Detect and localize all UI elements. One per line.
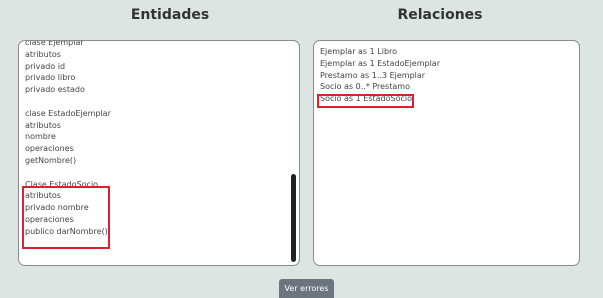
relations-title: Relaciones [397,7,483,23]
relation-line: Ejemplar as 1 EstadoEjemplar [320,58,440,68]
entity-line [25,167,111,179]
entity-line: atributos [25,49,61,59]
entity-line [25,96,111,108]
relation-line: Ejemplar as 1 Libro [320,47,398,56]
entity-line: nombre [25,132,56,142]
relation-line: Prestamo as 1..3 Ejemplar [320,70,426,80]
entity-line: privado id [25,61,66,71]
relation-line: Socio as 0..* Prestamo [320,82,410,92]
show-errors-button[interactable]: Ver errores [279,279,334,298]
entities-textarea[interactable]: clase Ejemplar atributos privado id priv… [18,40,300,266]
entity-line: operaciones [25,144,74,154]
error-highlight-box [317,94,414,108]
relations-textarea[interactable]: Ejemplar as 1 Libro Ejemplar as 1 Estado… [313,40,580,266]
entity-line: getNombre() [25,155,77,165]
error-highlight-box [22,186,110,249]
scrollbar-thumb[interactable] [291,174,296,262]
entity-line: clase Ejemplar [25,40,84,47]
entity-line: clase EstadoEjemplar [25,108,111,118]
entity-line: privado libro [25,73,76,83]
entity-line: atributos [25,120,61,130]
entity-line: privado estado [25,85,85,95]
entities-title: Entidades [130,7,210,23]
